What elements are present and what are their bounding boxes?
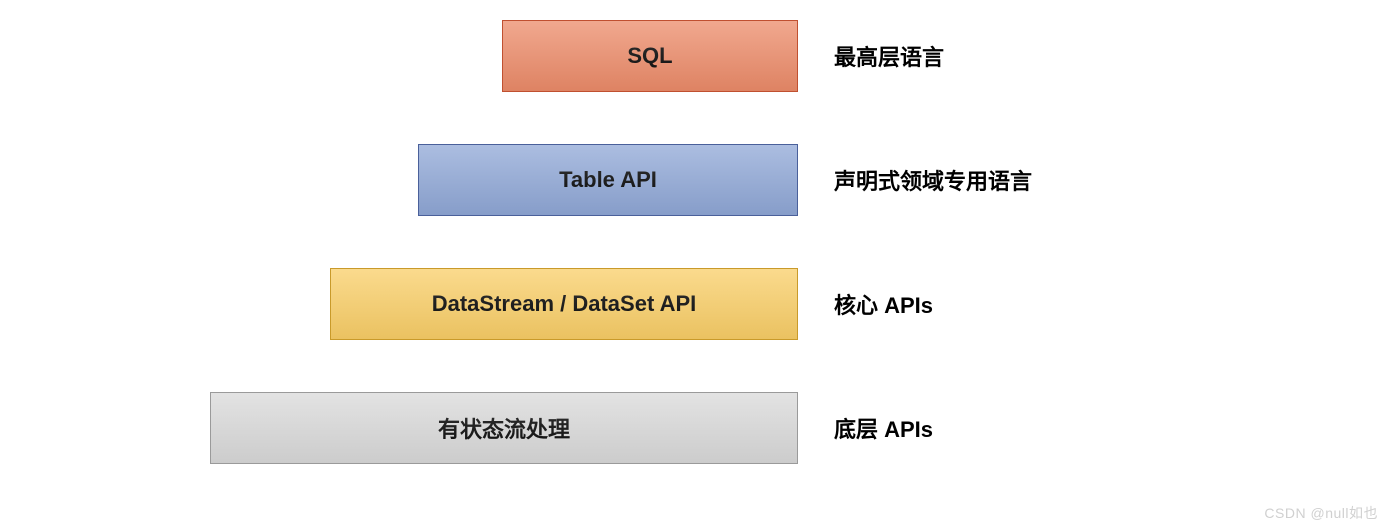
watermark-text: CSDN @null如也	[1264, 503, 1378, 523]
box-wrap: SQL	[0, 20, 798, 92]
layer-box-stateful: 有状态流处理	[210, 392, 798, 464]
box-wrap: DataStream / DataSet API	[0, 268, 798, 340]
box-wrap: Table API	[0, 144, 798, 216]
layer-box-table-api: Table API	[418, 144, 798, 216]
api-layers-diagram: SQL 最高层语言 Table API 声明式领域专用语言 DataStream…	[0, 20, 1100, 464]
layer-label-sql: 最高层语言	[834, 40, 944, 72]
layer-row-table-api: Table API 声明式领域专用语言	[0, 144, 1100, 216]
layer-label-table-api: 声明式领域专用语言	[834, 164, 1032, 196]
layer-box-sql: SQL	[502, 20, 798, 92]
layer-box-datastream: DataStream / DataSet API	[330, 268, 798, 340]
layer-label-stateful: 底层 APIs	[834, 412, 933, 444]
box-wrap: 有状态流处理	[0, 392, 798, 464]
layer-label-datastream: 核心 APIs	[834, 288, 933, 320]
layer-row-datastream: DataStream / DataSet API 核心 APIs	[0, 268, 1100, 340]
layer-row-stateful: 有状态流处理 底层 APIs	[0, 392, 1100, 464]
layer-row-sql: SQL 最高层语言	[0, 20, 1100, 92]
